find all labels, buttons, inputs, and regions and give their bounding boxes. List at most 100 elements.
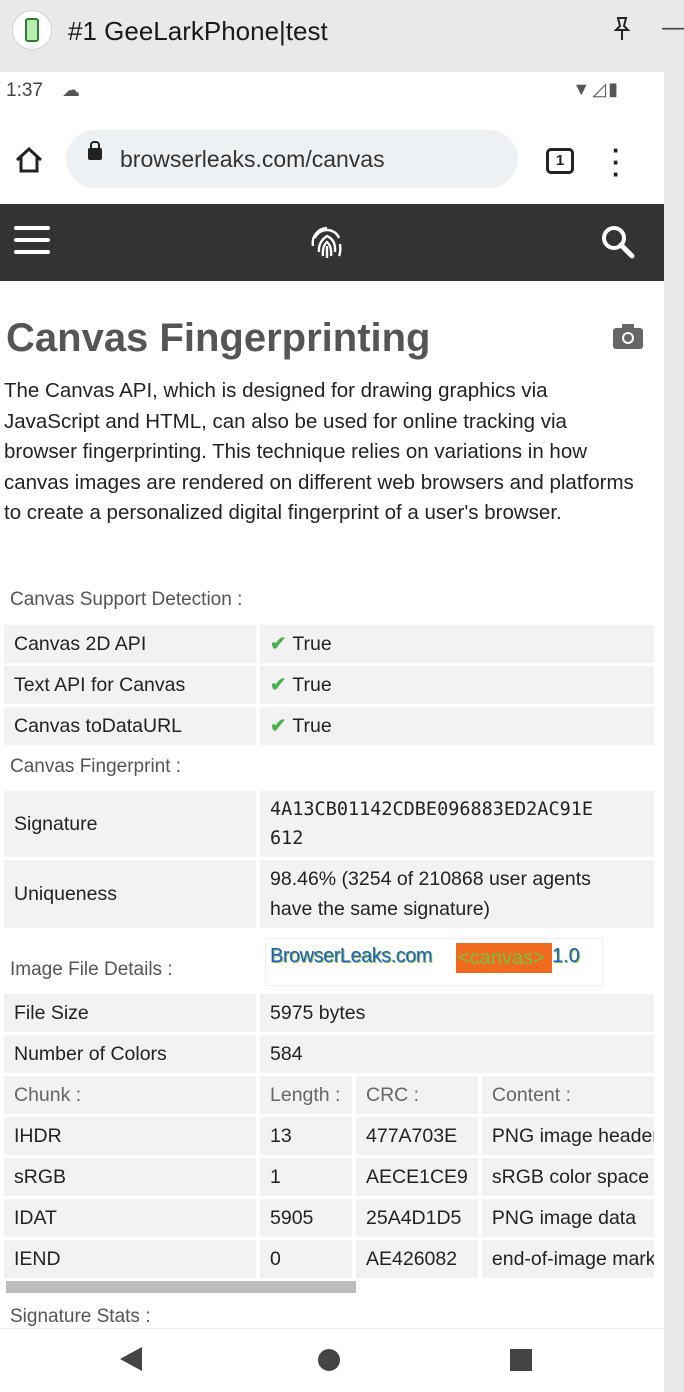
table-row: Text API for Canvas ✔ True bbox=[4, 666, 654, 704]
table-row: IDAT 5905 25A4D1D5 PNG image data bbox=[4, 1199, 654, 1237]
signal-icon: ◿ bbox=[592, 79, 609, 99]
cell: 0 bbox=[260, 1240, 356, 1278]
fingerprint-section-label: Canvas Fingerprint : bbox=[10, 756, 182, 777]
check-icon: ✔ bbox=[270, 715, 287, 737]
signature-line: 4A13CB01142CDBE096883ED2AC91E bbox=[270, 799, 594, 820]
row-key: File Size bbox=[4, 994, 260, 1032]
row-value: ✔ True bbox=[260, 707, 654, 745]
recents-icon[interactable] bbox=[510, 1349, 532, 1371]
cell: sRGB color space bbox=[481, 1158, 654, 1196]
table-row: IHDR 13 477A703E PNG image header bbox=[4, 1117, 654, 1155]
canvas-text-b: <canvas> bbox=[456, 943, 552, 973]
cell: sRGB bbox=[4, 1158, 260, 1196]
table-header-row: Chunk : Length : CRC : Content : bbox=[4, 1076, 654, 1114]
window-titlebar: #1 GeeLarkPhone|test — bbox=[0, 0, 684, 72]
uniqueness-value: 98.46% (3254 of 210868 user agents have … bbox=[260, 860, 654, 928]
row-key: Number of Colors bbox=[4, 1035, 260, 1073]
column-header: CRC : bbox=[356, 1076, 482, 1114]
fingerprint-table: Signature 4A13CB01142CDBE096883ED2AC91E … bbox=[4, 788, 654, 931]
cell: 1 bbox=[260, 1158, 356, 1196]
cell: 25A4D1D5 bbox=[356, 1199, 482, 1237]
hamburger-menu-icon[interactable] bbox=[14, 226, 50, 256]
table-row: File Size 5975 bytes bbox=[4, 994, 654, 1032]
cell: 13 bbox=[260, 1117, 356, 1155]
search-icon[interactable] bbox=[600, 224, 636, 265]
cell: IDAT bbox=[4, 1199, 260, 1237]
row-value-text: True bbox=[292, 633, 332, 655]
signature-value[interactable]: 4A13CB01142CDBE096883ED2AC91E 612 bbox=[260, 791, 654, 857]
lock-icon bbox=[88, 141, 102, 160]
cell: PNG image data bbox=[481, 1199, 654, 1237]
uniqueness-line: have the same signature) bbox=[270, 898, 491, 920]
address-bar[interactable]: browserleaks.com/canvas bbox=[66, 130, 518, 188]
window-edge bbox=[664, 72, 684, 1392]
row-key: Canvas toDataURL bbox=[4, 707, 260, 745]
cell: AECE1CE9 bbox=[356, 1158, 482, 1196]
column-header: Content : bbox=[481, 1076, 654, 1114]
cloud-icon: ☁ bbox=[62, 80, 80, 100]
table-row: Signature 4A13CB01142CDBE096883ED2AC91E … bbox=[4, 791, 654, 857]
wifi-icon: ▼ bbox=[572, 79, 593, 99]
phone-screen: 1:37 ☁ ▼◿▮ browserleaks.com/canvas 1 · · · bbox=[0, 72, 664, 1392]
home-icon[interactable] bbox=[14, 146, 44, 179]
row-value-text: True bbox=[292, 674, 332, 696]
minimize-icon[interactable]: — bbox=[662, 14, 684, 42]
column-header: Chunk : bbox=[4, 1076, 260, 1114]
table-row: Canvas 2D API ✔ True bbox=[4, 625, 654, 663]
status-bar: 1:37 ☁ ▼◿▮ bbox=[0, 72, 664, 112]
cell: end-of-image marker bbox=[481, 1240, 654, 1278]
table-row: Canvas toDataURL ✔ True bbox=[4, 707, 654, 745]
chunk-table: Chunk : Length : CRC : Content : IHDR 13… bbox=[4, 1073, 654, 1281]
cell: IHDR bbox=[4, 1117, 260, 1155]
canvas-text-a: BrowserLeaks.com bbox=[270, 945, 433, 967]
site-header bbox=[0, 204, 664, 281]
row-key: Canvas 2D API bbox=[4, 625, 260, 663]
status-time: 1:37 bbox=[6, 80, 43, 101]
intro-paragraph: The Canvas API, which is designed for dr… bbox=[4, 379, 634, 524]
row-value: 584 bbox=[260, 1035, 654, 1073]
tabs-button[interactable]: 1 bbox=[546, 148, 574, 174]
check-icon: ✔ bbox=[270, 674, 287, 696]
cell: IEND bbox=[4, 1240, 260, 1278]
canvas-render-image: BrowserLeaks.com <canvas> 1.0 bbox=[265, 938, 603, 986]
app-icon bbox=[12, 10, 52, 50]
page-title: Canvas Fingerprinting bbox=[6, 316, 431, 360]
table-row: IEND 0 AE426082 end-of-image marker bbox=[4, 1240, 654, 1278]
browser-toolbar: browserleaks.com/canvas 1 · · · bbox=[0, 112, 664, 204]
image-details-table: File Size 5975 bytes Number of Colors 58… bbox=[4, 991, 654, 1076]
system-icons: ▼◿▮ bbox=[572, 79, 620, 100]
row-value: ✔ True bbox=[260, 666, 654, 704]
canvas-text-c: 1.0 bbox=[552, 945, 580, 967]
battery-icon: ▮ bbox=[608, 79, 620, 99]
cell: AE426082 bbox=[356, 1240, 482, 1278]
row-key: Signature bbox=[4, 791, 260, 857]
row-key: Uniqueness bbox=[4, 860, 260, 928]
android-nav-bar bbox=[0, 1328, 664, 1392]
support-section-label: Canvas Support Detection : bbox=[10, 589, 243, 610]
uniqueness-line: 98.46% (3254 of 210868 user agents bbox=[270, 868, 591, 890]
row-value-text: True bbox=[292, 715, 332, 737]
image-section-label: Image File Details : bbox=[10, 959, 173, 980]
table-row: Uniqueness 98.46% (3254 of 210868 user a… bbox=[4, 860, 654, 928]
table-row: Number of Colors 584 bbox=[4, 1035, 654, 1073]
signature-line: 612 bbox=[270, 828, 304, 849]
url-text[interactable]: browserleaks.com/canvas bbox=[120, 146, 385, 173]
menu-dots-icon[interactable]: · · · bbox=[612, 137, 621, 187]
chunk-table-scroll[interactable]: Chunk : Length : CRC : Content : IHDR 13… bbox=[4, 1073, 654, 1295]
row-key: Text API for Canvas bbox=[4, 666, 260, 704]
home-circle-icon[interactable] bbox=[318, 1349, 340, 1371]
fingerprint-logo-icon[interactable] bbox=[307, 222, 347, 262]
horizontal-scrollbar[interactable] bbox=[6, 1281, 356, 1293]
window-title: #1 GeeLarkPhone|test bbox=[68, 16, 328, 46]
cell: PNG image header bbox=[481, 1117, 654, 1155]
row-value: ✔ True bbox=[260, 625, 654, 663]
cell: 5905 bbox=[260, 1199, 356, 1237]
check-icon: ✔ bbox=[270, 633, 287, 655]
table-row: sRGB 1 AECE1CE9 sRGB color space bbox=[4, 1158, 654, 1196]
pin-icon[interactable] bbox=[610, 16, 634, 49]
column-header: Length : bbox=[260, 1076, 356, 1114]
camera-icon[interactable] bbox=[612, 322, 644, 355]
support-table: Canvas 2D API ✔ True Text API for Canvas … bbox=[4, 622, 654, 748]
signature-stats-label: Signature Stats : bbox=[10, 1306, 151, 1327]
back-icon[interactable] bbox=[120, 1347, 142, 1371]
